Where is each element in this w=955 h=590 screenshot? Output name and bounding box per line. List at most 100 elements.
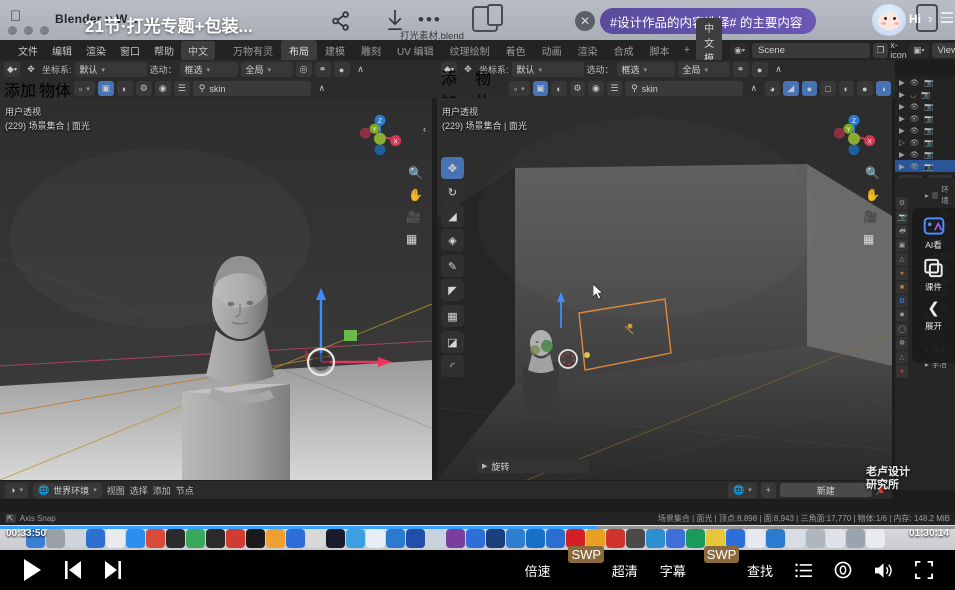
tool-shear[interactable]: ◪ [441,331,464,353]
dock-icon[interactable] [806,529,825,548]
physics-tab-icon[interactable]: ◯ [896,323,908,336]
camera-icon[interactable]: 📷 [921,90,930,99]
select-box-icon[interactable]: ▣ [98,81,114,96]
camera-icon[interactable]: 📷 [924,78,933,87]
menu-icon[interactable] [941,12,953,26]
dock-icon[interactable] [246,529,265,548]
right-prop-icon[interactable]: ● [752,62,768,77]
outliner-row-4[interactable]: ▶👁📷 [895,112,955,124]
viewport-right[interactable]: 用户透视 (229) 场景集合 | 面光 Z X Y 🔍 ✋ 🎥 ▦ ▶ 旋转 [437,98,892,480]
camera-view-icon[interactable]: 🎥 [406,210,421,224]
dock-icon[interactable] [126,529,145,548]
shader-menu-node[interactable]: 节点 [176,484,194,497]
dock-icon[interactable] [526,529,545,548]
camera-icon[interactable]: 📷 [924,150,933,159]
left-search-clear-icon[interactable]: ∧ [314,81,330,96]
dock-icon[interactable] [646,529,665,548]
fullscreen-icon[interactable] [915,561,933,579]
volume-icon[interactable] [874,562,893,579]
outliner-row-7[interactable]: ▶👁📷 [895,148,955,160]
right-snap-icon[interactable]: ⚭ [733,62,749,77]
modifier-tab-icon[interactable]: ⚙ [896,295,908,308]
material-icon[interactable]: ● [857,81,872,96]
sidebar-collapse-icon[interactable]: ‹ [423,124,426,134]
output-tab-icon[interactable]: 🖶 [896,225,908,238]
tool-annotate[interactable]: ✎ [441,255,464,277]
pan-hand-icon[interactable]: ✋ [408,188,423,202]
select-circle-icon[interactable]: ◐ [117,81,133,96]
avatar[interactable] [872,4,906,36]
dock-icon[interactable] [146,529,165,548]
right-search-input[interactable]: ⚲ skin [625,81,743,96]
subtitle-button[interactable]: 字幕 [660,561,686,580]
falloff-curve-icon[interactable]: ∧ [353,62,369,77]
menu-edit[interactable]: 编辑 [45,41,79,60]
menu-render[interactable]: 渲染 [79,41,113,60]
dock-icon[interactable] [326,529,345,548]
chevron-left-icon[interactable]: ❮ [927,299,940,317]
outliner-row-2[interactable]: ▶◡📷 [895,88,955,100]
playlist-icon[interactable] [795,563,812,578]
particle-tab-icon[interactable]: ✸ [896,309,908,322]
left-editor-type-icon[interactable]: ◆▾ [4,62,20,77]
right-perspective-toggle-icon[interactable]: ▦ [863,232,874,246]
right-pan-hand-icon[interactable]: ✋ [865,188,880,202]
prop-row-0[interactable]: ▸环境 [911,182,955,208]
add-workspace-button[interactable]: + [678,44,696,56]
tool-transform[interactable]: ◈ [441,229,464,251]
viewlayer-field[interactable]: View Layer [932,43,955,58]
dock-icon[interactable] [66,529,85,548]
solid-icon[interactable]: ◐ [839,81,854,96]
dock-icon[interactable] [406,529,425,548]
proportional-edit-icon[interactable]: ● [334,62,350,77]
outliner-row-6[interactable]: ▷👁📷 [895,136,955,148]
menu-file[interactable]: 文件 [11,41,45,60]
object-tab-icon[interactable]: ■ [896,281,908,294]
camera-icon[interactable]: 📷 [924,102,933,111]
eye-icon[interactable]: 👁 [910,114,920,123]
settings-icon[interactable] [834,561,852,579]
dock-icon[interactable] [506,529,525,548]
eye-icon[interactable]: 👁 [910,162,920,171]
left-transform-pivot-icon[interactable]: ✥ [23,62,39,77]
dock-icon[interactable] [766,529,785,548]
dock-icon[interactable] [266,529,285,548]
tab-scripting[interactable]: 脚本 [642,40,678,61]
menu-window[interactable]: 窗口 [113,41,147,60]
outliner-panel[interactable]: ▶👁📷 ▶◡📷 ▶👁📷 ▶👁📷 ▶👁📷 ▷👁📷 ▶👁📷 ▶👁📷 ▤▾ ⚲ [895,76,955,176]
viewlayer-icon[interactable]: ▣▾ [909,43,929,58]
dock-icon[interactable] [446,529,465,548]
ai-image-icon[interactable] [923,216,945,236]
dock-icon[interactable] [486,529,505,548]
dock-icon[interactable] [746,529,765,548]
tab-modeling[interactable]: 建模 [317,40,353,61]
dock-icon[interactable] [686,529,705,548]
dock-icon[interactable] [186,529,205,548]
dock-icon[interactable] [346,529,365,548]
language-toggle[interactable]: 中文 [181,41,215,60]
left-coord-dropdown[interactable]: 默认▾ [75,62,147,77]
play-icon[interactable] [22,558,42,582]
shader-editor-icon[interactable]: ◑▾ [5,483,28,498]
dock-icon[interactable] [786,529,805,548]
dock-icon[interactable] [286,529,305,548]
dock-icon[interactable] [386,529,405,548]
dock-icon[interactable] [106,529,125,548]
tool-bevel[interactable]: ◜ [441,355,464,377]
new-material-button[interactable]: 新建 [780,483,872,497]
perspective-toggle-icon[interactable]: ▦ [406,232,417,246]
camera-icon[interactable]: 📷 [924,162,933,171]
eye-icon[interactable]: 👁 [910,126,920,135]
overlay-toggle-icon[interactable]: ◕ [765,81,780,96]
dock-icon[interactable] [626,529,645,548]
right-coord-dropdown[interactable]: 默认▾ [512,62,584,77]
shader-node-canvas[interactable] [0,499,892,512]
right-mode-dropdown[interactable]: ▫▾ [509,81,530,96]
quality-button[interactable]: SWP 超清 [572,561,637,580]
viewport-left[interactable]: 用户透视 (229) 场景集合 | 面光 Z X Y 🔍 ✋ 🎥 ▦ ‹ [0,98,432,480]
square-layers-icon[interactable] [923,258,944,278]
dock-icon[interactable] [366,529,385,548]
xray-toggle-icon[interactable]: ◢ [783,81,798,96]
left-search-input[interactable]: ⚲ skin [193,81,311,96]
zoom-icon[interactable]: 🔍 [408,166,423,180]
